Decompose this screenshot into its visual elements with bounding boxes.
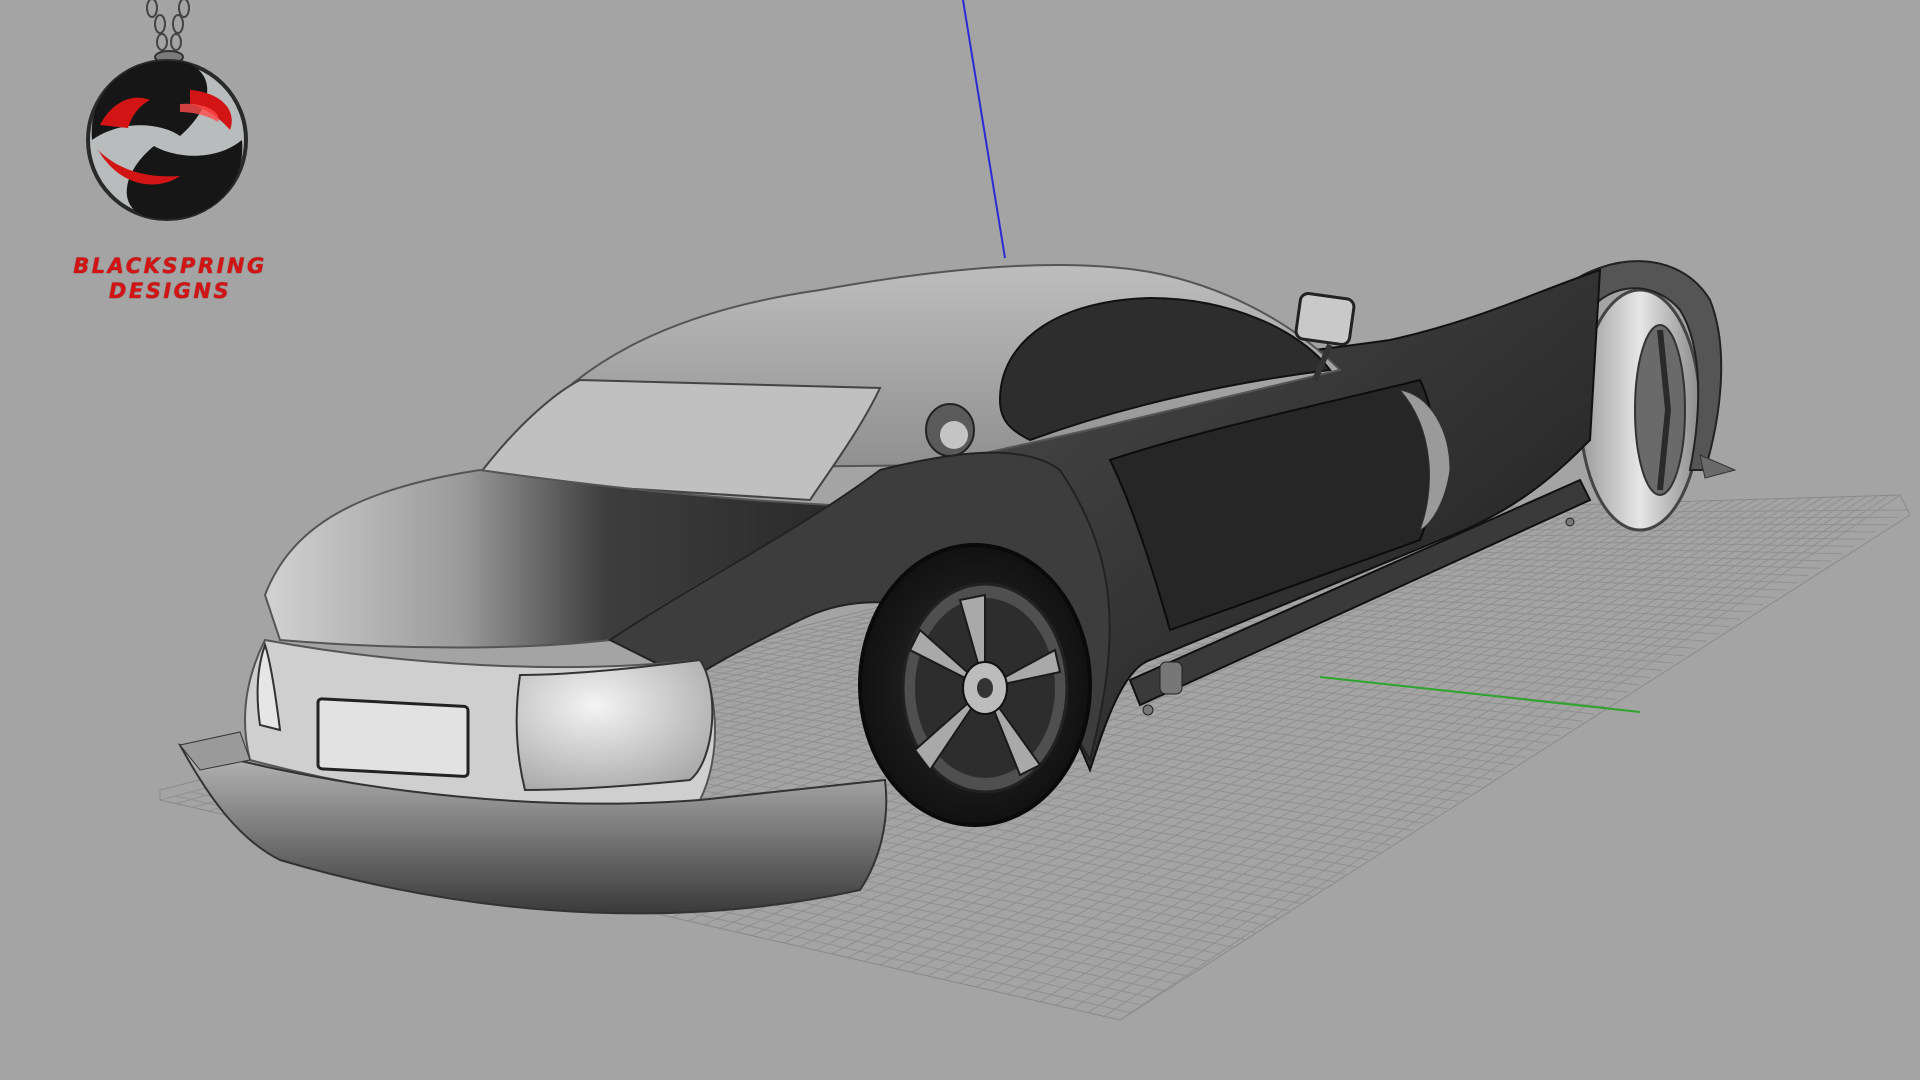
rear-fender-lip [1699,454,1737,479]
logo-text-line2: DESIGNS [108,279,232,303]
rear-wheel [1578,288,1702,532]
brand-logo: BLACKSPRING DESIGNS [40,0,300,310]
license-plate [316,697,470,778]
z-axis-line [962,0,1006,259]
logo-text-line1: BLACKSPRING [73,254,267,278]
near-wheel [858,543,1092,827]
fuel-cap [925,403,975,457]
viewport-3d[interactable]: BLACKSPRING DESIGNS [0,0,1920,1080]
car-model[interactable] [177,260,1737,915]
s-emblem-icon [86,0,248,221]
tail-lamp-right [515,658,714,792]
